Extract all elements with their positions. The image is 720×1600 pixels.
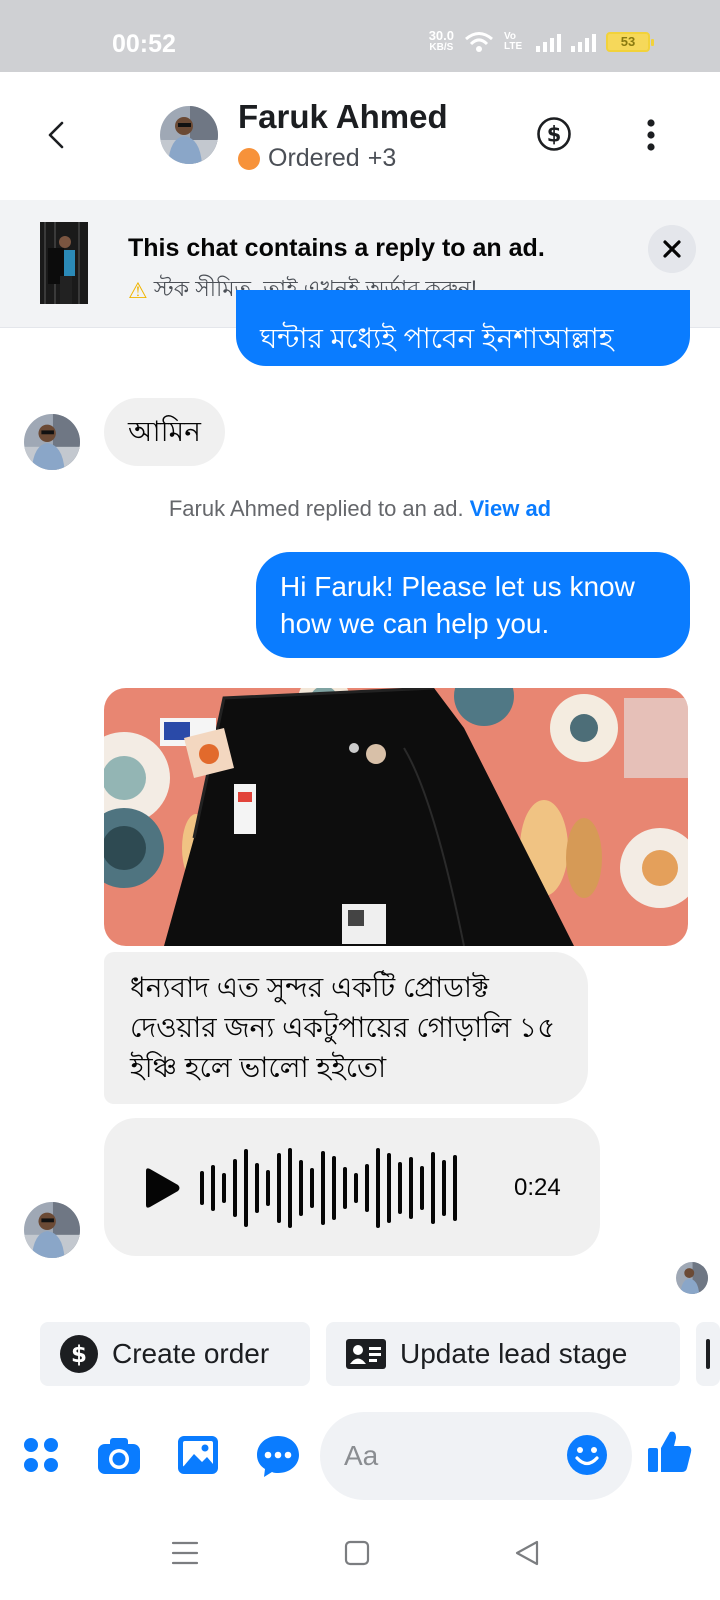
status-time: 00:52: [112, 30, 176, 58]
contact-name[interactable]: Faruk Ahmed: [238, 98, 448, 136]
waveform-bar: [365, 1164, 369, 1212]
ad-banner-title: This chat contains a reply to an ad.: [128, 234, 545, 262]
waveform-bar: [409, 1157, 413, 1219]
play-icon[interactable]: [140, 1166, 182, 1210]
waveform-bar: [233, 1159, 237, 1217]
waveform-bar: [211, 1165, 215, 1211]
status-extra-count: +3: [367, 144, 397, 172]
svg-text:$: $: [547, 123, 562, 147]
network-speed: 30.0 KB/S: [428, 28, 454, 53]
seen-receipt-avatar: [676, 1262, 708, 1294]
view-ad-link[interactable]: View ad: [470, 496, 552, 521]
more-actions-button[interactable]: [696, 1322, 720, 1386]
apps-grid-icon[interactable]: [20, 1432, 68, 1480]
waveform: [200, 1148, 457, 1228]
waveform-bar: [222, 1173, 226, 1203]
waveform-bar: [420, 1166, 424, 1210]
back-arrow-icon[interactable]: [44, 120, 68, 150]
waveform-bar: [277, 1153, 281, 1223]
incoming-message[interactable]: আমিন: [104, 398, 225, 466]
waveform-bar: [200, 1171, 204, 1205]
status-indicators: 30.0 KB/S Vo LTE 53: [428, 28, 654, 54]
partial-icon: [706, 1339, 710, 1369]
ad-thumbnail[interactable]: [40, 222, 88, 304]
voice-duration: 0:24: [514, 1174, 561, 1201]
volte-label: Vo LTE: [504, 31, 523, 52]
sender-avatar[interactable]: [24, 414, 80, 470]
create-order-button[interactable]: $ Create order: [40, 1322, 310, 1386]
waveform-bar: [442, 1160, 446, 1216]
system-nav-bar: [0, 1510, 720, 1600]
waveform-bar: [431, 1152, 435, 1224]
close-icon[interactable]: [648, 225, 696, 273]
waveform-bar: [376, 1148, 380, 1228]
waveform-bar: [332, 1156, 336, 1220]
gallery-icon[interactable]: [176, 1432, 224, 1480]
waveform-bar: [288, 1148, 292, 1228]
warning-icon: ⚠: [128, 277, 148, 303]
dollar-icon[interactable]: $: [536, 116, 572, 152]
waveform-bar: [453, 1155, 457, 1221]
waveform-bar: [354, 1173, 358, 1203]
svg-text:$: $: [71, 1342, 87, 1368]
chat-header: Faruk Ahmed Ordered +3 $: [0, 72, 720, 200]
contact-card-icon: [346, 1339, 386, 1369]
waveform-bar: [266, 1170, 270, 1206]
voice-message[interactable]: 0:24: [104, 1118, 600, 1256]
dollar-icon: $: [60, 1335, 98, 1373]
waveform-bar: [387, 1153, 391, 1223]
emoji-icon[interactable]: [566, 1434, 608, 1476]
chat-bubble-icon[interactable]: [254, 1432, 302, 1480]
wifi-icon: [465, 32, 493, 52]
photo-attachment[interactable]: [104, 688, 688, 946]
status-dot-icon: [238, 147, 260, 170]
ad-reply-note: Faruk Ahmed replied to an ad. View ad: [168, 496, 552, 521]
contact-avatar[interactable]: [160, 106, 218, 164]
outgoing-message[interactable]: Hi Faruk! Please let us know how we can …: [256, 552, 690, 658]
outgoing-message[interactable]: ঘন্টার মধ্যেই পাবেন ইনশাআল্লাহ: [236, 290, 690, 366]
more-options-icon[interactable]: [646, 118, 656, 152]
lead-status[interactable]: Ordered +3: [238, 144, 396, 173]
signal-icon: [571, 32, 596, 52]
camera-icon[interactable]: [96, 1432, 144, 1480]
waveform-bar: [321, 1151, 325, 1225]
screen: { "status_bar": { "time": "00:52", "net_…: [0, 0, 720, 1600]
signal-icon: [536, 32, 561, 52]
waveform-bar: [244, 1149, 248, 1227]
waveform-bar: [310, 1168, 314, 1208]
waveform-bar: [255, 1163, 259, 1213]
status-bar: 00:52 30.0 KB/S Vo LTE 53: [0, 0, 720, 72]
incoming-message[interactable]: ধন্যবাদ এত সুন্দর একটি প্রোডাক্ট দেওয়ার…: [104, 952, 588, 1104]
battery-icon: 53: [606, 32, 654, 52]
waveform-bar: [299, 1160, 303, 1216]
status-label: Ordered: [268, 144, 360, 172]
update-lead-stage-button[interactable]: Update lead stage: [326, 1322, 680, 1386]
menu-icon[interactable]: [170, 1538, 200, 1568]
thumbs-up-icon[interactable]: [646, 1428, 694, 1476]
waveform-bar: [398, 1162, 402, 1214]
sender-avatar[interactable]: [24, 1202, 80, 1258]
waveform-bar: [343, 1167, 347, 1209]
back-triangle-icon[interactable]: [512, 1538, 542, 1568]
message-composer: [0, 1410, 720, 1510]
home-square-icon[interactable]: [342, 1538, 372, 1568]
